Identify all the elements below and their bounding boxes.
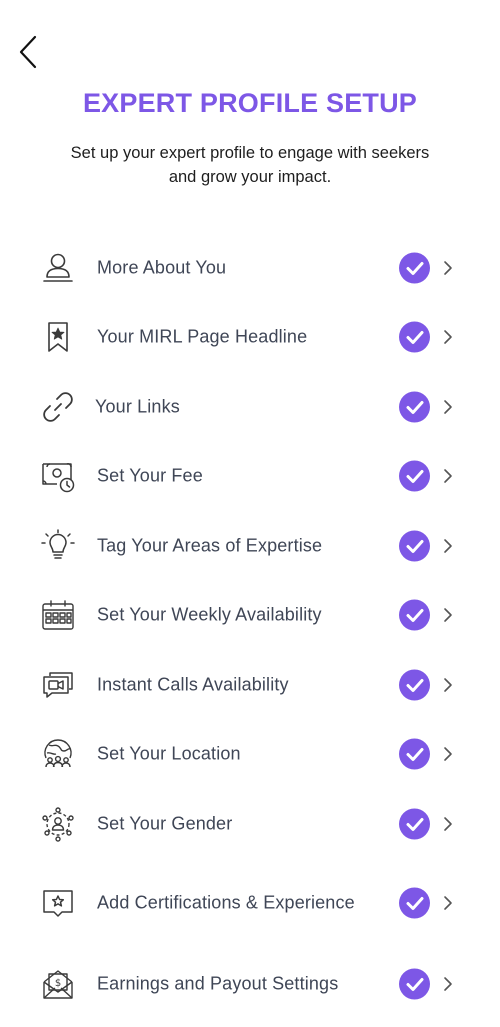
setup-item-location[interactable]: Set Your Location [0, 724, 500, 784]
gender-icon [40, 806, 76, 842]
setup-item-label: Instant Calls Availability [97, 674, 289, 695]
completed-check-icon [399, 321, 430, 353]
certificate-icon [40, 885, 76, 921]
chevron-right-icon [442, 468, 454, 484]
completed-check-icon [399, 808, 430, 840]
setup-item-gender[interactable]: Set Your Gender [0, 794, 500, 854]
completed-check-icon [399, 460, 430, 492]
setup-item-label: Your Links [95, 396, 180, 417]
calendar-icon [40, 597, 76, 633]
completed-check-icon [399, 887, 430, 919]
bookmark-star-icon [40, 319, 76, 355]
completed-check-icon [399, 391, 430, 423]
money-clock-icon [40, 458, 76, 494]
completed-check-icon [399, 530, 430, 562]
setup-item-expertise[interactable]: Tag Your Areas of Expertise [0, 516, 500, 576]
svg-text:$: $ [55, 978, 61, 989]
link-icon [40, 389, 76, 425]
back-button[interactable] [14, 33, 42, 71]
setup-item-label: Tag Your Areas of Expertise [97, 535, 323, 556]
setup-item-label: Set Your Weekly Availability [97, 604, 322, 625]
chevron-right-icon [442, 976, 454, 992]
chevron-right-icon [442, 816, 454, 832]
setup-item-label: More About You [97, 257, 227, 278]
setup-item-weekly-availability[interactable]: Set Your Weekly Availability [0, 585, 500, 645]
chevron-left-icon [19, 35, 37, 69]
page-subtitle: Set up your expert profile to engage wit… [70, 144, 430, 186]
completed-check-icon [399, 599, 430, 631]
chevron-right-icon [442, 329, 454, 345]
page-title: EXPERT PROFILE SETUP [82, 88, 418, 118]
setup-item-label: Set Your Location [97, 743, 241, 764]
video-chat-icon [40, 667, 76, 703]
chevron-right-icon [442, 895, 454, 911]
chevron-right-icon [442, 399, 454, 415]
chevron-right-icon [442, 607, 454, 623]
payout-icon: $ [40, 966, 76, 1002]
setup-item-certifications[interactable]: Add Certifications & Experience [0, 873, 500, 933]
setup-item-label: Earnings and Payout Settings [97, 973, 339, 994]
chevron-right-icon [442, 260, 454, 276]
setup-item-headline[interactable]: Your MIRL Page Headline [0, 307, 500, 367]
user-icon [40, 250, 76, 286]
setup-item-label: Set Your Gender [97, 813, 233, 834]
setup-item-label: Your MIRL Page Headline [97, 326, 308, 347]
completed-check-icon [399, 968, 430, 1000]
setup-item-label: Add Certifications & Experience [97, 892, 355, 913]
completed-check-icon [399, 252, 430, 284]
setup-item-label: Set Your Fee [97, 465, 203, 486]
chevron-right-icon [442, 538, 454, 554]
setup-item-earnings-payout[interactable]: $ Earnings and Payout Settings [0, 954, 500, 1014]
completed-check-icon [399, 669, 430, 701]
setup-item-more-about-you[interactable]: More About You [0, 238, 500, 298]
setup-item-instant-calls[interactable]: Instant Calls Availability [0, 655, 500, 715]
lightbulb-icon [40, 528, 76, 564]
setup-item-fee[interactable]: Set Your Fee [0, 446, 500, 506]
chevron-right-icon [442, 746, 454, 762]
globe-people-icon [40, 736, 76, 772]
setup-item-links[interactable]: Your Links [0, 377, 500, 437]
chevron-right-icon [442, 677, 454, 693]
completed-check-icon [399, 738, 430, 770]
